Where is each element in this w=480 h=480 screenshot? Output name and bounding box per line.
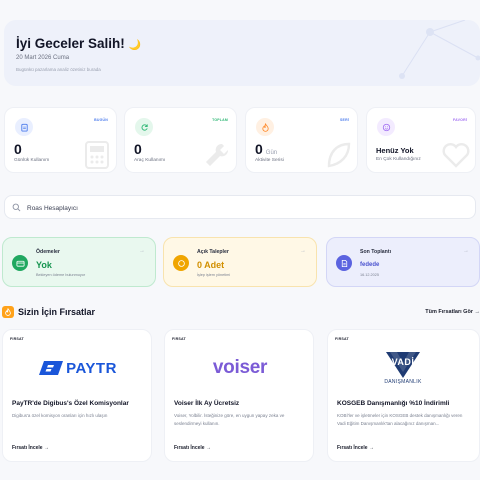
stat-tag: SERİ [340,118,349,122]
opportunity-badge: FIRSAT [172,337,186,341]
paytr-logo: PAYTR [3,346,153,390]
opportunity-cta[interactable]: Fırsatı İncele → [12,445,49,451]
quick-card-desc: İşlep işlem yönetimi [197,273,231,277]
opportunity-card-vadi[interactable]: FIRSAT VADİ DANIŞMANLIK KOSGEB Danışmanl… [327,329,480,462]
tool-search-bar[interactable] [4,195,476,219]
wrench-watermark-icon [206,143,229,166]
search-icon [12,203,21,212]
smile-icon [377,118,395,136]
quick-card-requests[interactable]: Açık Talepler 0 Adet İşlep işlem yönetim… [163,237,317,287]
quick-card-title: Son Toplantı [360,249,392,255]
stat-label: En Çok Kullandığınız [376,157,421,162]
calculator-watermark-icon [85,141,109,169]
stat-tag: FAVORİ [453,118,467,122]
stat-value: 0 [134,141,142,157]
leaf-watermark-icon [327,142,351,168]
opportunity-icon [2,306,14,318]
stat-tag: TOPLAM [212,118,228,122]
stat-tag: BUGÜN [94,118,108,122]
stat-value: 0 [14,141,22,157]
section-title: Sizin İçin Fırsatlar [18,307,96,317]
clipboard-icon [15,118,33,136]
opportunity-title: KOSGEB Danışmanlığı %10 İndirimli [337,400,450,407]
opportunity-badge: FIRSAT [10,337,24,341]
current-date: 20 Mart 2026 Cuma [16,55,70,61]
opportunity-title: Voiser İlk Ay Ücretsiz [174,400,240,407]
quick-card-value: 0 Adet [197,260,225,270]
heart-watermark-icon [442,143,470,168]
card-icon [12,255,28,271]
stat-label: Günlük Kullanım [14,158,50,163]
opportunity-card-paytr[interactable]: FIRSAT PAYTR PayTR'de Digibus's Özel Kom… [2,329,152,462]
arrow-right-icon: → [139,248,145,254]
all-opportunities-link[interactable]: Tüm Fırsatları Gör → [425,309,480,315]
flame-icon [256,118,274,136]
quick-card-title: Açık Talepler [197,249,229,255]
opportunity-title: PayTR'de Digibus's Özel Komisyonlar [12,400,129,407]
stat-card-daily: BUGÜN 0 Günlük Kullanım [4,107,117,173]
refresh-icon [135,118,153,136]
document-icon [336,255,352,271]
quick-card-meeting[interactable]: Son Toplantı fedede 16.12.2025 → [326,237,480,287]
quick-card-title: Ödemeler [36,249,60,255]
opportunity-cta[interactable]: Fırsatı İncele → [337,445,374,451]
quick-card-desc: Bekleyen ödeme bulunmuyor [36,273,86,277]
opportunity-card-voiser[interactable]: FIRSAT voiser Voiser İlk Ay Ücretsiz Voi… [164,329,314,462]
opportunity-badge: FIRSAT [335,337,349,341]
opportunity-desc: Digibus'a özel komisyon oranları için hı… [12,413,108,418]
vadi-logo: VADİ DANIŞMANLIK [328,346,478,390]
stat-card-total: TOPLAM 0 Araç Kullanımı [124,107,237,173]
quick-card-value: fedede [360,262,380,268]
arrow-right-icon: → [463,248,469,254]
quick-card-value: Yok [36,260,52,270]
voiser-logo: voiser [212,357,268,378]
opportunity-cta[interactable]: Fırsatı İncele → [174,445,211,451]
arrow-right-icon: → [300,248,306,254]
banner-subtitle: Bugünkü pazarlama analiz özetiniz burada [16,67,101,72]
moon-icon: 🌙 [128,40,142,51]
quick-card-payments[interactable]: Ödemeler Yok Bekleyen ödeme bulunmuyor → [2,237,156,287]
stat-label: Aktivite Serisi [255,158,284,163]
search-input[interactable] [27,201,447,215]
stat-card-favorite: FAVORİ Henüz Yok En Çok Kullandığınız [366,107,476,173]
stat-card-streak: SERİ 0 Gün Aktivite Serisi [245,107,358,173]
welcome-banner: İyi Geceler Salih! 🌙 20 Mart 2026 Cuma B… [4,20,480,86]
quick-card-desc: 16.12.2025 [360,273,380,277]
stat-value: 0 Gün [255,141,278,157]
opportunity-desc: KOBİ'ler ve işletmeler için KOSGEB deste… [337,413,463,426]
network-decoration-icon [399,20,480,79]
stat-label: Araç Kullanımı [134,158,166,163]
ticket-icon [173,255,189,271]
stat-value: Henüz Yok [376,146,414,155]
greeting-title: İyi Geceler Salih! 🌙 [16,36,142,51]
opportunity-desc: Voiser, Yolbilir. İsteğinize göre, en uy… [174,413,285,426]
